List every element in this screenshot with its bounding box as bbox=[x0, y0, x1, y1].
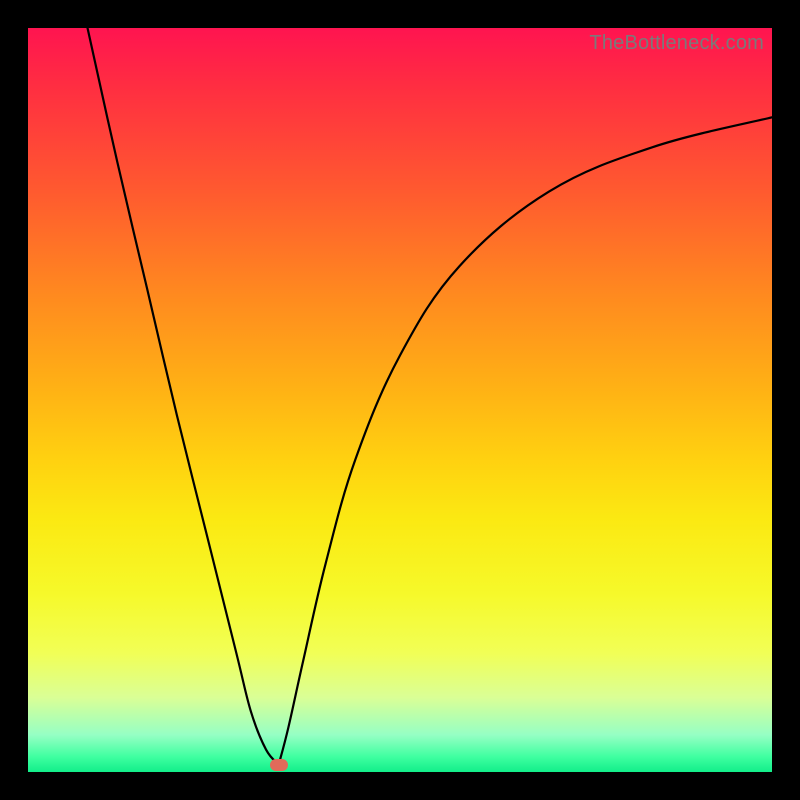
curve-right-branch bbox=[279, 117, 772, 764]
curve-left-branch bbox=[88, 28, 279, 765]
minimum-marker bbox=[270, 759, 288, 771]
chart-frame: TheBottleneck.com bbox=[0, 0, 800, 800]
plot-area: TheBottleneck.com bbox=[28, 28, 772, 772]
bottleneck-curve bbox=[28, 28, 772, 772]
